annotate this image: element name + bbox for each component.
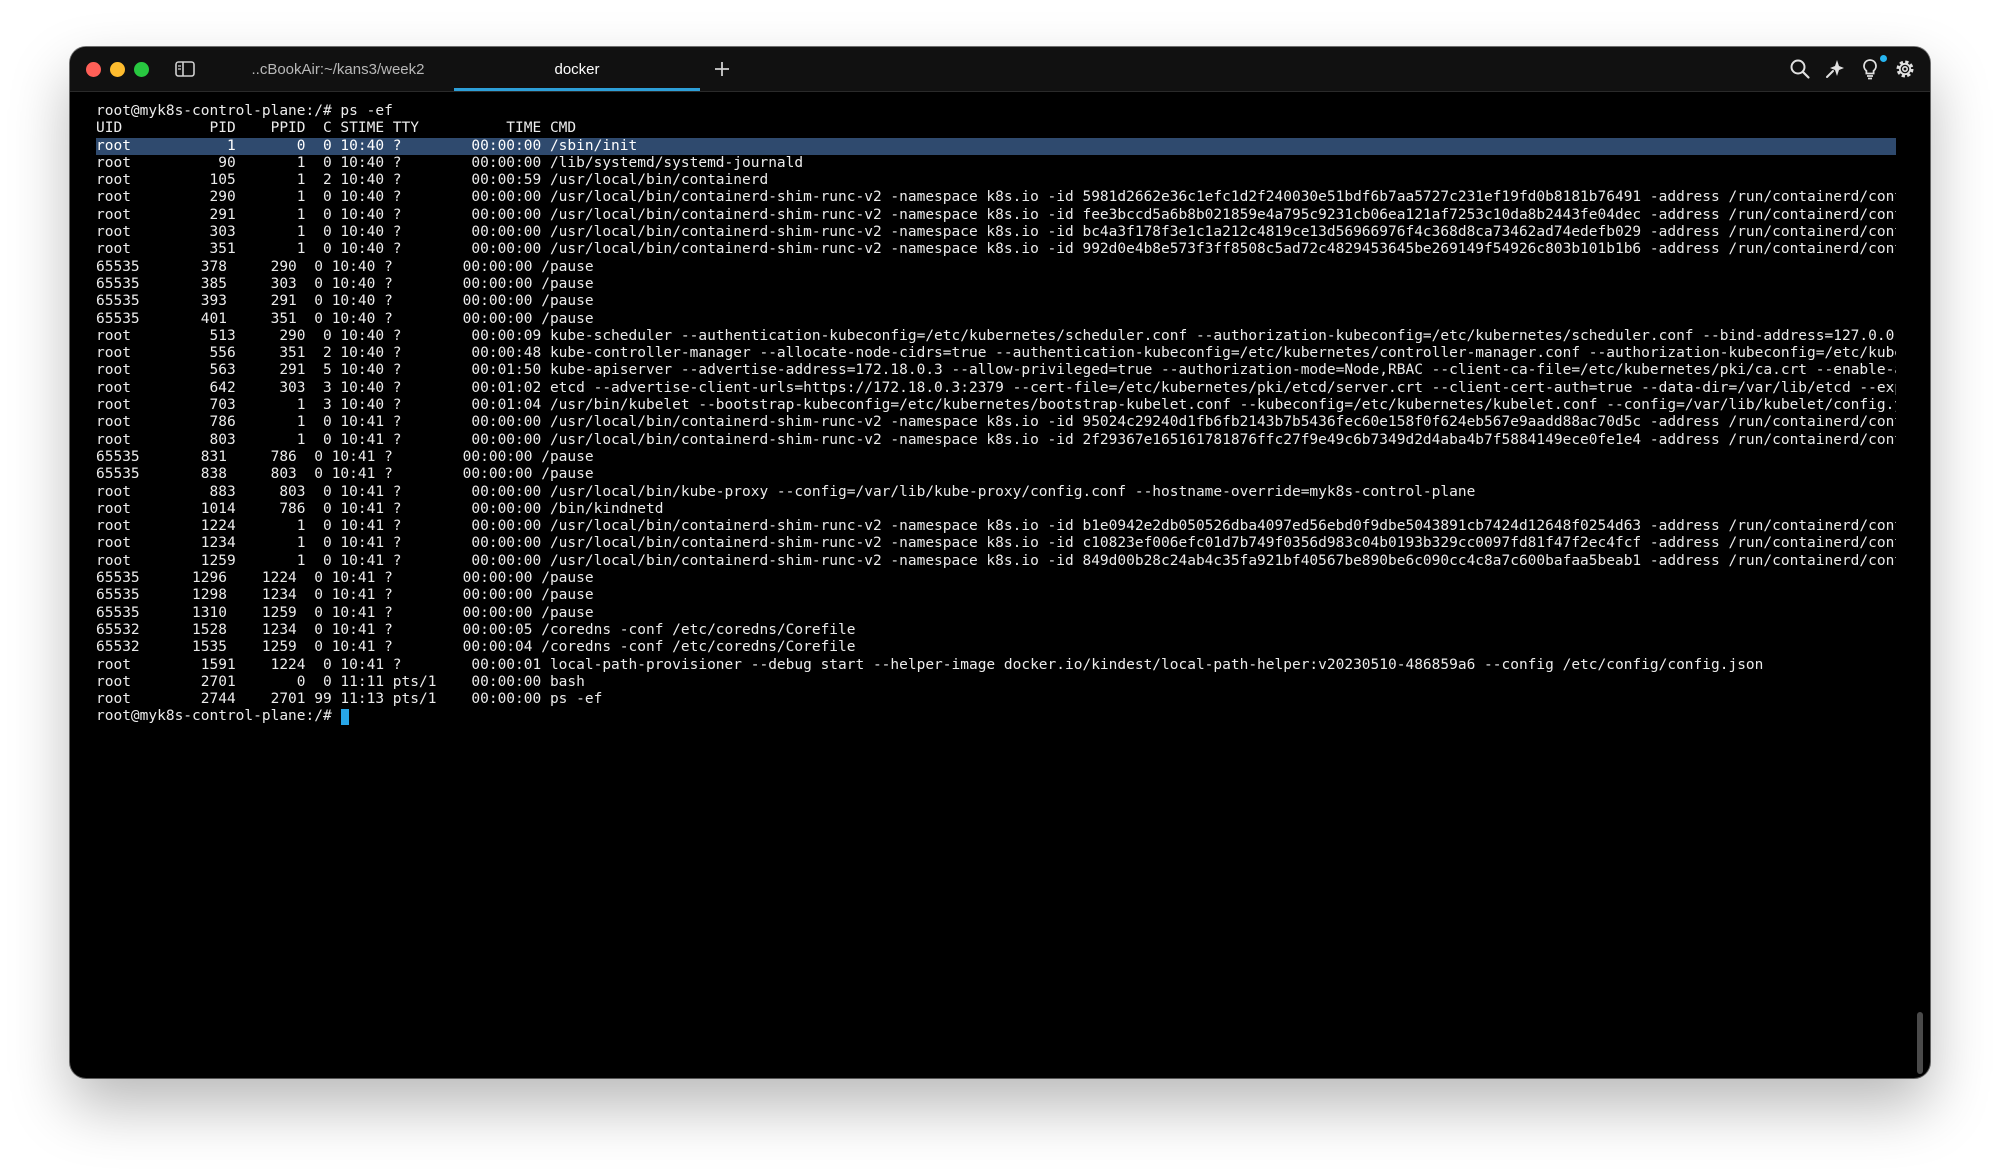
process-row: root 556 351 2 10:40 ? 00:00:48 kube-con… (96, 345, 1896, 362)
command-line: root@myk8s-control-plane:/# ps -ef (96, 103, 393, 119)
minimize-window-button[interactable] (110, 62, 125, 77)
tab-docker[interactable]: docker (454, 47, 700, 91)
zoom-window-button[interactable] (134, 62, 149, 77)
scrollbar-thumb[interactable] (1917, 1012, 1923, 1074)
shell-prompt: root@myk8s-control-plane:/# (96, 708, 332, 725)
process-row: root 563 291 5 10:40 ? 00:01:50 kube-api… (96, 362, 1896, 379)
process-row: root 303 1 0 10:40 ? 00:00:00 /usr/local… (96, 224, 1896, 241)
terminal-output[interactable]: root@myk8s-control-plane:/# ps -ef UID P… (96, 103, 1896, 1063)
process-row: root 1259 1 0 10:41 ? 00:00:00 /usr/loca… (96, 552, 1896, 569)
process-row: 65535 1310 1259 0 10:41 ? 00:00:00 /paus… (96, 604, 594, 621)
process-row: root 291 1 0 10:40 ? 00:00:00 /usr/local… (96, 206, 1896, 223)
process-row: root 786 1 0 10:41 ? 00:00:00 /usr/local… (96, 414, 1896, 431)
sidebar-toggle-icon[interactable] (174, 59, 196, 79)
process-row: root 1014 786 0 10:41 ? 00:00:00 /bin/ki… (96, 500, 664, 517)
shell-prompt-line[interactable]: root@myk8s-control-plane:/# (96, 708, 1896, 726)
process-row: root 2744 2701 99 11:13 pts/1 00:00:00 p… (96, 691, 603, 708)
lightbulb-icon[interactable] (1858, 57, 1882, 81)
process-row: 65535 393 291 0 10:40 ? 00:00:00 /pause (96, 293, 594, 310)
process-row: root 90 1 0 10:40 ? 00:00:00 /lib/system… (96, 154, 804, 171)
title-bar: ..cBookAir:~/kans3/week2 docker (70, 47, 1930, 92)
text-cursor (340, 709, 349, 726)
sparkle-pin-icon[interactable] (1823, 57, 1847, 81)
terminal-window: ..cBookAir:~/kans3/week2 docker root@myk… (70, 47, 1930, 1078)
notification-dot (1880, 55, 1887, 62)
process-row: root 2701 0 0 11:11 pts/1 00:00:00 bash (96, 673, 585, 690)
tab-local-shell[interactable]: ..cBookAir:~/kans3/week2 (215, 47, 461, 91)
close-window-button[interactable] (86, 62, 101, 77)
gear-icon[interactable] (1893, 57, 1917, 81)
process-row: 65535 838 803 0 10:41 ? 00:00:00 /pause (96, 466, 594, 483)
process-row: root 642 303 3 10:40 ? 00:01:02 etcd --a… (96, 379, 1896, 396)
active-tab-indicator (454, 88, 700, 91)
process-row: root 105 1 2 10:40 ? 00:00:59 /usr/local… (96, 172, 769, 189)
process-row: root 703 1 3 10:40 ? 00:01:04 /usr/bin/k… (96, 397, 1896, 414)
process-row: 65532 1535 1259 0 10:41 ? 00:00:04 /core… (96, 639, 856, 656)
tab-label: ..cBookAir:~/kans3/week2 (251, 60, 425, 78)
process-row: root 1234 1 0 10:41 ? 00:00:00 /usr/loca… (96, 535, 1896, 552)
process-row: 65535 401 351 0 10:40 ? 00:00:00 /pause (96, 310, 594, 327)
process-row: root 513 290 0 10:40 ? 00:00:09 kube-sch… (96, 327, 1896, 344)
process-row: root 883 803 0 10:41 ? 00:00:00 /usr/loc… (96, 483, 1476, 500)
process-row: 65535 385 303 0 10:40 ? 00:00:00 /pause (96, 275, 594, 292)
process-row: root 351 1 0 10:40 ? 00:00:00 /usr/local… (96, 241, 1896, 258)
process-row: root 1224 1 0 10:41 ? 00:00:00 /usr/loca… (96, 518, 1896, 535)
process-row: root 803 1 0 10:41 ? 00:00:00 /usr/local… (96, 431, 1896, 448)
search-icon[interactable] (1788, 57, 1812, 81)
plus-icon[interactable] (710, 57, 734, 81)
process-row: 65532 1528 1234 0 10:41 ? 00:00:05 /core… (96, 621, 856, 638)
process-row: 65535 378 290 0 10:40 ? 00:00:00 /pause (96, 258, 594, 275)
process-row: 65535 1298 1234 0 10:41 ? 00:00:00 /paus… (96, 587, 594, 604)
process-row: 65535 831 786 0 10:41 ? 00:00:00 /pause (96, 448, 594, 465)
ps-header-row: UID PID PPID C STIME TTY TIME CMD (96, 120, 577, 137)
process-row: root 1 0 0 10:40 ? 00:00:00 /sbin/init (96, 137, 1896, 155)
process-row: 65535 1296 1224 0 10:41 ? 00:00:00 /paus… (96, 570, 594, 587)
process-row: root 1591 1224 0 10:41 ? 00:00:01 local-… (96, 656, 1764, 673)
process-row: root 290 1 0 10:40 ? 00:00:00 /usr/local… (96, 189, 1896, 206)
tab-label: docker (554, 60, 600, 78)
